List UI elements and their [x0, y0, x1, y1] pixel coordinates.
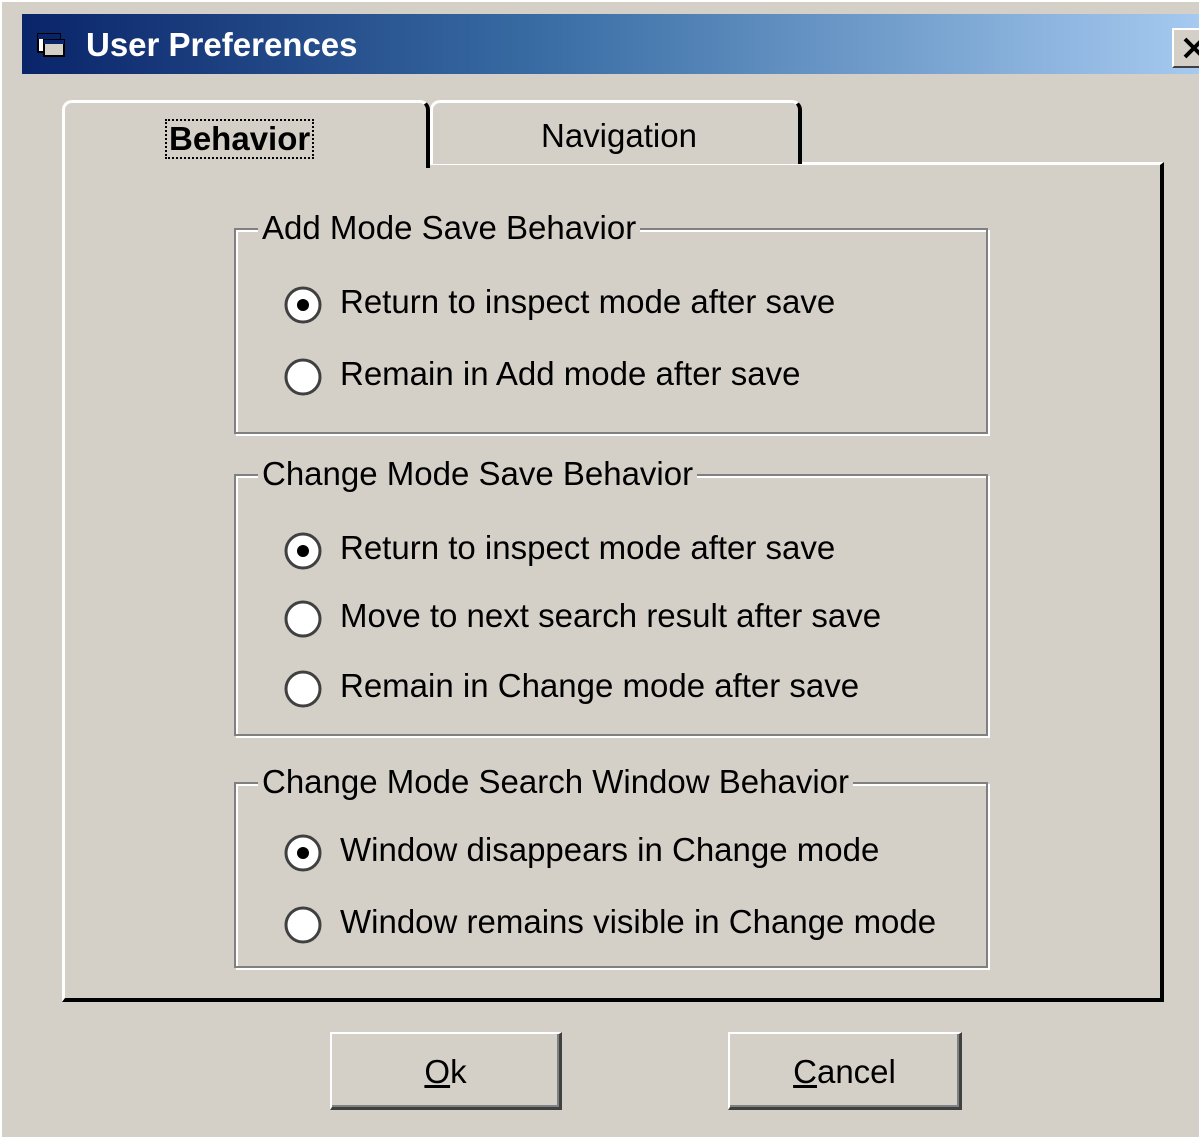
radio-selected-icon[interactable]	[284, 286, 322, 324]
radio-unselected-icon[interactable]	[284, 600, 322, 638]
tab-behavior[interactable]: Behavior	[62, 100, 430, 168]
group-title: Change Mode Save Behavior	[258, 454, 698, 494]
group-title: Add Mode Save Behavior	[258, 208, 641, 248]
tab-behavior-label: Behavior	[165, 119, 315, 159]
radio-label: Move to next search result after save	[340, 597, 882, 634]
radio-selected-icon[interactable]	[284, 834, 322, 872]
group-title: Change Mode Search Window Behavior	[258, 762, 853, 802]
tab-navigation[interactable]: Navigation	[430, 100, 802, 164]
tab-navigation-label: Navigation	[541, 117, 697, 154]
cancel-mnemonic: C	[793, 1053, 817, 1090]
radio-unselected-icon[interactable]	[284, 358, 322, 396]
cancel-button[interactable]: Cancel	[728, 1032, 962, 1110]
user-preferences-dialog: User Preferences Navigation Behavior Add…	[0, 0, 1199, 1137]
radio-label: Return to inspect mode after save	[340, 529, 836, 566]
radio-unselected-icon[interactable]	[284, 670, 322, 708]
ok-button-label: Ok	[332, 1052, 559, 1092]
ok-mnemonic: O	[424, 1053, 451, 1090]
close-button[interactable]	[1172, 28, 1199, 68]
cancel-label-rest: ancel	[816, 1053, 896, 1090]
radio-unselected-icon[interactable]	[284, 906, 322, 944]
radio-label: Remain in Change mode after save	[340, 667, 860, 704]
close-x-icon	[1183, 37, 1199, 59]
radio-label: Return to inspect mode after save	[340, 283, 836, 320]
ok-label-rest: k	[450, 1053, 467, 1090]
change-mode-save-group: Change Mode Save Behavior Return to insp…	[234, 454, 988, 736]
radio-label: Window disappears in Change mode	[340, 831, 880, 868]
radio-label: Remain in Add mode after save	[340, 355, 801, 392]
radio-label: Window remains visible in Change mode	[340, 903, 937, 940]
cancel-button-label: Cancel	[730, 1052, 959, 1092]
add-mode-save-group: Add Mode Save Behavior Return to inspect…	[234, 208, 988, 434]
title-bar[interactable]: User Preferences	[22, 14, 1199, 74]
window-title: User Preferences	[86, 26, 358, 63]
radio-selected-icon[interactable]	[284, 532, 322, 570]
window-app-icon	[37, 33, 65, 57]
change-mode-search-window-group: Change Mode Search Window Behavior Windo…	[234, 762, 988, 968]
ok-button[interactable]: Ok	[330, 1032, 562, 1110]
